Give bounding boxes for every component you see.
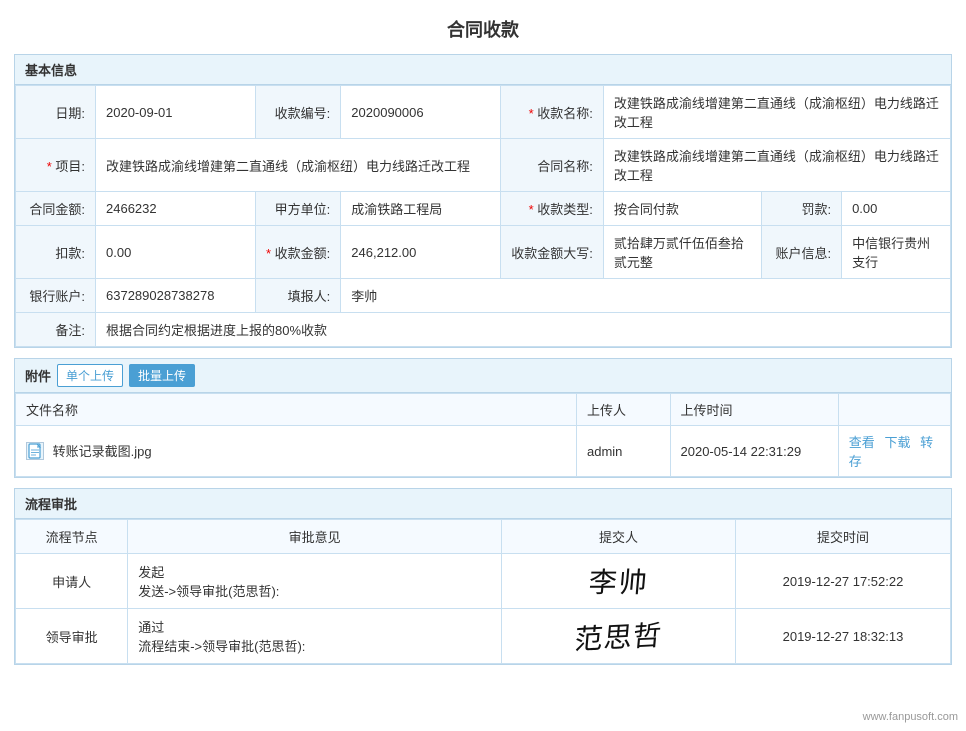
workflow-section: 流程审批 流程节点 审批意见 提交人 提交时间 申请人 发起 发送->领导审批(…: [14, 488, 952, 665]
amount-cn-value: 贰拾肆万贰仟伍佰叁拾贰元整: [603, 226, 761, 279]
deduct-label: 扣款:: [16, 226, 96, 279]
info-row-2: * 项目: 改建铁路成渝线增建第二直通线（成渝枢纽）电力线路迁改工程 合同名称:…: [16, 139, 951, 192]
single-upload-button[interactable]: 单个上传: [57, 364, 123, 387]
date-value: 2020-09-01: [96, 86, 256, 139]
contract-amount-value: 2466232: [96, 192, 256, 226]
project-value: 改建铁路成渝线增建第二直通线（成渝枢纽）电力线路迁改工程: [96, 139, 501, 192]
download-link[interactable]: 下载: [884, 435, 910, 450]
contract-amount-label: 合同金额:: [16, 192, 96, 226]
receipt-no-label: 收款编号:: [256, 86, 341, 139]
file-upload-time: 2020-05-14 22:31:29: [670, 426, 838, 477]
info-row-3: 合同金额: 2466232 甲方单位: 成渝铁路工程局 * 收款类型: 按合同付…: [16, 192, 951, 226]
file-row: 转账记录截图.jpg admin 2020-05-14 22:31:29 查看 …: [16, 426, 951, 477]
flow-opinion-2: 通过 流程结束->领导审批(范思哲):: [128, 609, 502, 664]
info-row-4: 扣款: 0.00 * 收款金额: 246,212.00 收款金额大写: 贰拾肆万…: [16, 226, 951, 279]
flow-row-1: 申请人 发起 发送->领导审批(范思哲): 李帅 2019-12-27 17:5…: [16, 554, 951, 609]
receipt-amount-label: * 收款金额:: [256, 226, 341, 279]
info-row-6: 备注: 根据合同约定根据进度上报的80%收款: [16, 313, 951, 347]
flow-submitter-1: 李帅: [502, 554, 736, 609]
flow-row-2: 领导审批 通过 流程结束->领导审批(范思哲): 范思哲 2019-12-27 …: [16, 609, 951, 664]
info-row-1: 日期: 2020-09-01 收款编号: 2020090006 * 收款名称: …: [16, 86, 951, 139]
flow-submit-time-1: 2019-12-27 17:52:22: [735, 554, 950, 609]
workflow-header: 流程审批: [15, 489, 951, 519]
file-name-text: 转账记录截图.jpg: [53, 444, 152, 459]
project-label: * 项目:: [16, 139, 96, 192]
file-uploader: admin: [577, 426, 671, 477]
receipt-name-value: 改建铁路成渝线增建第二直通线（成渝枢纽）电力线路迁改工程: [603, 86, 950, 139]
basic-info-header: 基本信息: [15, 55, 951, 85]
col-uploader: 上传人: [577, 394, 671, 426]
reporter-label: 填报人:: [256, 279, 341, 313]
deduct-value: 0.00: [96, 226, 256, 279]
signature-1: 李帅: [587, 561, 651, 601]
flow-opinion-1: 发起 发送->领导审批(范思哲):: [128, 554, 502, 609]
signature-2: 范思哲: [573, 614, 664, 658]
flow-table-header: 流程节点 审批意见 提交人 提交时间: [16, 520, 951, 554]
account-value: 中信银行贵州支行: [842, 226, 951, 279]
penalty-label: 罚款:: [762, 192, 842, 226]
col-actions: [838, 394, 950, 426]
col-filename: 文件名称: [16, 394, 577, 426]
file-table: 文件名称 上传人 上传时间 转账记录截图.jpg admin 2020-05-1…: [15, 393, 951, 477]
basic-info-section: 基本信息 日期: 2020-09-01 收款编号: 2020090006 * 收…: [14, 54, 952, 348]
file-icon: [26, 442, 44, 460]
col-submitter: 提交人: [502, 520, 736, 554]
receipt-type-label: * 收款类型:: [501, 192, 604, 226]
receipt-amount-value: 246,212.00: [341, 226, 501, 279]
party-a-value: 成渝铁路工程局: [341, 192, 501, 226]
flow-node-1: 申请人: [16, 554, 128, 609]
file-table-header: 文件名称 上传人 上传时间: [16, 394, 951, 426]
view-link[interactable]: 查看: [849, 435, 875, 450]
file-name: 转账记录截图.jpg: [16, 426, 577, 477]
batch-upload-button[interactable]: 批量上传: [129, 364, 195, 387]
flow-submit-time-2: 2019-12-27 18:32:13: [735, 609, 950, 664]
attachment-section: 附件 单个上传 批量上传 文件名称 上传人 上传时间 转账记录截图.jpg ad…: [14, 358, 952, 478]
basic-info-table: 日期: 2020-09-01 收款编号: 2020090006 * 收款名称: …: [15, 85, 951, 347]
flow-node-2: 领导审批: [16, 609, 128, 664]
remark-label: 备注:: [16, 313, 96, 347]
col-submit-time: 提交时间: [735, 520, 950, 554]
col-opinion: 审批意见: [128, 520, 502, 554]
flow-submitter-2: 范思哲: [502, 609, 736, 664]
bank-account-value: 637289028738278: [96, 279, 256, 313]
remark-value: 根据合同约定根据进度上报的80%收款: [96, 313, 951, 347]
col-node: 流程节点: [16, 520, 128, 554]
penalty-value: 0.00: [842, 192, 951, 226]
receipt-name-label: * 收款名称:: [501, 86, 604, 139]
file-actions: 查看 下载 转存: [838, 426, 950, 477]
date-label: 日期:: [16, 86, 96, 139]
page-title: 合同收款: [0, 0, 966, 54]
col-upload-time: 上传时间: [670, 394, 838, 426]
reporter-value: 李帅: [341, 279, 951, 313]
receipt-type-value: 按合同付款: [603, 192, 761, 226]
receipt-no-value: 2020090006: [341, 86, 501, 139]
contract-name-value: 改建铁路成渝线增建第二直通线（成渝枢纽）电力线路迁改工程: [603, 139, 950, 192]
account-label: 账户信息:: [762, 226, 842, 279]
amount-cn-label: 收款金额大写:: [501, 226, 604, 279]
party-a-label: 甲方单位:: [256, 192, 341, 226]
bank-account-label: 银行账户:: [16, 279, 96, 313]
attachment-label: 附件: [25, 366, 51, 385]
attachment-header: 附件 单个上传 批量上传: [15, 359, 951, 393]
flow-table: 流程节点 审批意见 提交人 提交时间 申请人 发起 发送->领导审批(范思哲):…: [15, 519, 951, 664]
info-row-5: 银行账户: 637289028738278 填报人: 李帅: [16, 279, 951, 313]
contract-name-label: 合同名称:: [501, 139, 604, 192]
watermark: www.fanpusoft.com: [863, 711, 958, 723]
